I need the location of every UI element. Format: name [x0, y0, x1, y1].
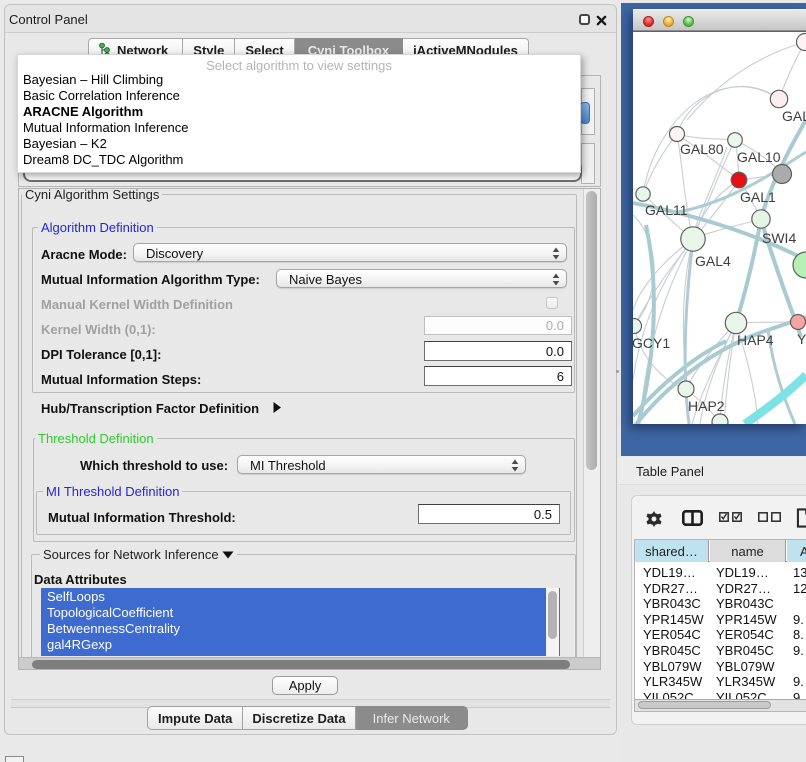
svg-text:SWI4: SWI4 — [762, 230, 796, 246]
svg-text:GAL10: GAL10 — [737, 149, 781, 165]
svg-text:HAP2: HAP2 — [688, 398, 725, 414]
svg-text:GCY1: GCY1 — [633, 335, 670, 351]
svg-text:GAL7: GAL7 — [782, 108, 806, 124]
svg-text:GAL80: GAL80 — [680, 141, 724, 157]
svg-text:GAL11: GAL11 — [645, 202, 688, 218]
svg-text:GAL1: GAL1 — [740, 189, 776, 205]
svg-text:GAL4: GAL4 — [695, 253, 731, 269]
svg-text:HAP4: HAP4 — [737, 332, 774, 348]
svg-text:Y: Y — [797, 331, 806, 347]
